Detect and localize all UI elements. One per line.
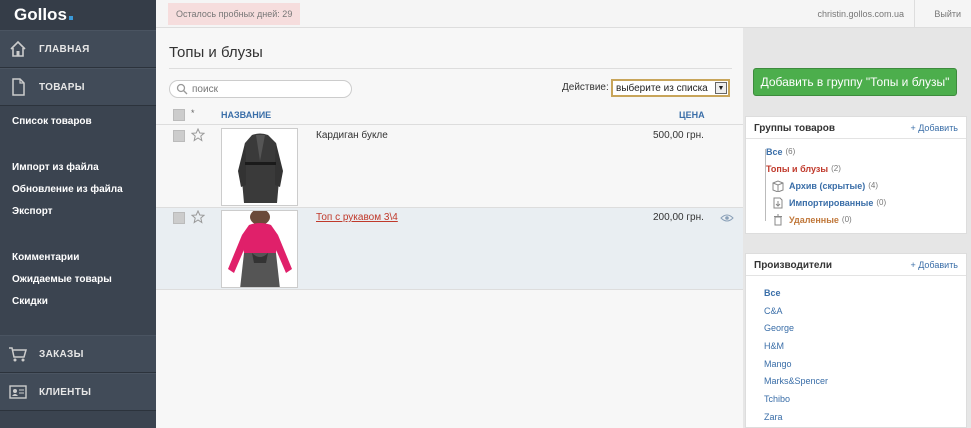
- submenu-discounts[interactable]: Скидки: [0, 290, 156, 312]
- search-icon: [176, 83, 188, 95]
- add-group-link[interactable]: + Добавить: [910, 123, 958, 133]
- group-count: (6): [785, 147, 796, 156]
- import-document-icon: [773, 197, 783, 208]
- group-item-deleted[interactable]: Удаленные (0): [760, 211, 960, 228]
- nav-products-label: ТОВАРЫ: [39, 81, 85, 93]
- table-header: * НАЗВАНИЕ ЦЕНА: [156, 105, 743, 125]
- brands-panel-header: Производители + Добавить: [746, 254, 966, 276]
- manufacturers-panel: Производители + Добавить Все C&A George …: [745, 253, 967, 428]
- add-brand-link[interactable]: + Добавить: [910, 260, 958, 270]
- title-divider: [169, 68, 732, 69]
- product-name[interactable]: Кардиган букле: [316, 130, 388, 141]
- brand-item[interactable]: Mango: [764, 355, 828, 373]
- document-icon: [8, 77, 28, 97]
- group-item-imported[interactable]: Импортированные (0): [760, 194, 960, 211]
- logo-dot: [68, 16, 73, 20]
- group-label: Топы и блузы: [766, 163, 829, 174]
- page-title: Топы и блузы: [169, 44, 263, 61]
- action-select-value: выберите из списка: [616, 82, 708, 94]
- brand-item[interactable]: Zara: [764, 408, 828, 426]
- app-logo[interactable]: Gollos: [0, 0, 156, 30]
- right-panel: Добавить в группу "Топы и блузы" Группы …: [743, 28, 971, 428]
- submenu-comments[interactable]: Комментарии: [0, 246, 156, 268]
- group-count: (0): [841, 215, 852, 224]
- product-thumbnail[interactable]: [221, 210, 298, 288]
- search-box[interactable]: [169, 80, 352, 98]
- nav-clients[interactable]: КЛИЕНТЫ: [0, 373, 156, 411]
- cart-icon: [8, 344, 28, 364]
- contact-card-icon: [8, 382, 28, 402]
- brand-item[interactable]: George: [764, 319, 828, 337]
- group-item-all[interactable]: Все (6): [760, 143, 960, 160]
- trash-icon: [774, 214, 782, 225]
- submenu-update[interactable]: Обновление из файла: [0, 178, 156, 200]
- submenu-product-list[interactable]: Список товаров: [0, 110, 156, 132]
- sidebar: Gollos ГЛАВНАЯ ТОВАРЫ Список товаров Имп…: [0, 0, 156, 428]
- brand-item[interactable]: Tchibo: [764, 390, 828, 408]
- row-checkbox[interactable]: [173, 212, 185, 224]
- action-select[interactable]: выберите из списка ▼: [611, 79, 730, 97]
- group-count: (4): [868, 181, 879, 190]
- brand-item-all[interactable]: Все: [764, 284, 828, 302]
- nav-orders-label: ЗАКАЗЫ: [39, 348, 84, 360]
- submenu-import[interactable]: Импорт из файла: [0, 156, 156, 178]
- brand-item[interactable]: Marks&Spencer: [764, 372, 828, 390]
- nav-orders[interactable]: ЗАКАЗЫ: [0, 335, 156, 373]
- nav-clients-label: КЛИЕНТЫ: [39, 386, 92, 398]
- pink-top-image-icon: [222, 211, 297, 287]
- main-content: Топы и блузы Действие: выберите из списк…: [156, 28, 743, 428]
- group-item-archive[interactable]: Архив (скрытые) (4): [760, 177, 960, 194]
- group-label: Импортированные: [789, 197, 874, 208]
- column-star[interactable]: *: [191, 108, 195, 118]
- topbar: Осталось пробных дней: 29 christin.gollo…: [156, 0, 971, 28]
- eye-icon[interactable]: [720, 213, 734, 223]
- nav-products[interactable]: ТОВАРЫ: [0, 68, 156, 106]
- brands-title: Производители: [754, 260, 832, 271]
- product-name[interactable]: Топ с рукавом 3\4: [316, 212, 398, 223]
- trial-days-notice: Осталось пробных дней: 29: [168, 3, 301, 25]
- nav-home-label: ГЛАВНАЯ: [39, 43, 90, 55]
- table-row[interactable]: Топ с рукавом 3\4 200,00 грн.: [156, 208, 743, 290]
- row-checkbox[interactable]: [173, 130, 185, 142]
- search-input[interactable]: [192, 83, 342, 95]
- groups-tree: Все (6) Топы и блузы (2) Архив (скрытые)…: [760, 143, 960, 228]
- groups-title: Группы товаров: [754, 123, 836, 134]
- table-row[interactable]: Кардиган букле 500,00 грн.: [156, 126, 743, 208]
- submenu-export[interactable]: Экспорт: [0, 200, 156, 222]
- cardigan-image-icon: [222, 129, 297, 205]
- group-label: Все: [766, 146, 783, 157]
- products-submenu: Список товаров Импорт из файла Обновлени…: [0, 106, 156, 335]
- group-label: Архив (скрытые): [789, 180, 866, 191]
- logout-link[interactable]: Выйти: [934, 0, 961, 28]
- select-all-checkbox[interactable]: [173, 109, 185, 121]
- group-item-tops[interactable]: Топы и блузы (2): [760, 160, 960, 177]
- submenu-expected[interactable]: Ожидаемые товары: [0, 268, 156, 290]
- product-groups-panel: Группы товаров + Добавить Все (6) Топы и…: [745, 116, 967, 234]
- star-icon[interactable]: [191, 210, 205, 224]
- home-icon: [8, 39, 28, 59]
- product-price: 500,00 грн.: [653, 130, 704, 141]
- star-icon[interactable]: [191, 128, 205, 142]
- brands-list: Все C&A George H&M Mango Marks&Spencer T…: [764, 284, 828, 426]
- user-email[interactable]: christin.gollos.com.ua: [817, 0, 915, 28]
- add-to-group-button[interactable]: Добавить в группу "Топы и блузы": [753, 68, 957, 96]
- archive-box-icon: [772, 179, 784, 192]
- group-count: (0): [876, 198, 887, 207]
- column-price[interactable]: ЦЕНА: [679, 110, 705, 120]
- group-label: Удаленные: [789, 214, 839, 225]
- brand-item[interactable]: H&M: [764, 337, 828, 355]
- product-thumbnail[interactable]: [221, 128, 298, 206]
- dropdown-arrow-icon[interactable]: ▼: [715, 82, 727, 94]
- action-label: Действие:: [562, 82, 609, 93]
- groups-panel-header: Группы товаров + Добавить: [746, 117, 966, 139]
- product-price: 200,00 грн.: [653, 212, 704, 223]
- nav-home[interactable]: ГЛАВНАЯ: [0, 30, 156, 68]
- group-count: (2): [831, 164, 841, 173]
- brand-item[interactable]: C&A: [764, 302, 828, 320]
- column-name[interactable]: НАЗВАНИЕ: [221, 110, 271, 120]
